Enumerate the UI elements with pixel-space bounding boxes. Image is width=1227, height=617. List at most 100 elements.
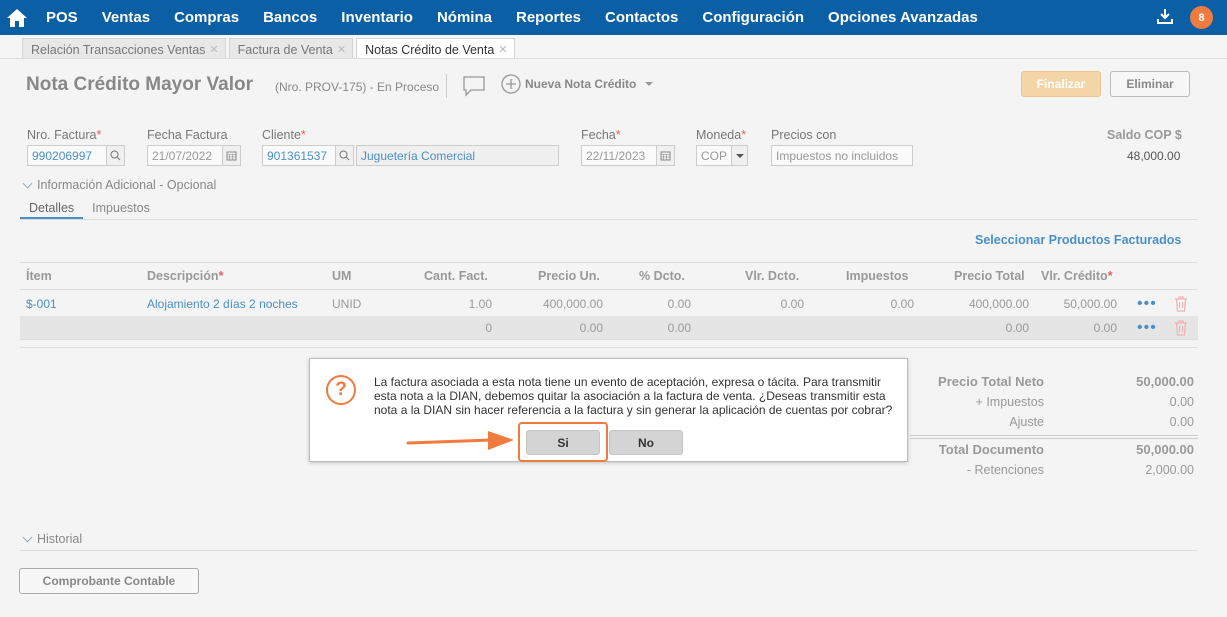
info-adicional-label: Información Adicional - Opcional	[37, 178, 217, 192]
historial-toggle[interactable]: Historial	[22, 532, 82, 546]
trash-icon[interactable]	[1174, 296, 1188, 315]
col-vlr-credito: Vlr. Crédito*	[1041, 269, 1113, 283]
col-dcto-pct: % Dcto.	[639, 269, 685, 283]
col-descripcion: Descripción*	[147, 269, 224, 283]
impuestos-label: + Impuestos	[975, 395, 1044, 409]
nav-compras[interactable]: Compras	[162, 9, 251, 26]
moneda-select[interactable]: COP	[696, 145, 732, 166]
table-row: $-001 Alojamiento 2 días 2 noches UNID 1…	[20, 292, 1198, 316]
home-icon[interactable]	[0, 0, 34, 35]
cell-vlr-credito[interactable]: 50,000.00	[1064, 297, 1117, 311]
table-bottom-divider	[20, 347, 1198, 348]
fecha-factura-field[interactable]: 21/07/2022	[147, 145, 223, 166]
cell-impuestos: 0.00	[890, 297, 914, 311]
close-icon[interactable]: ✕	[337, 43, 346, 56]
page-title: Nota Crédito Mayor Valor	[26, 74, 253, 95]
tab-impuestos[interactable]: Impuestos	[83, 198, 159, 219]
fecha-field[interactable]: 22/11/2023	[581, 145, 657, 166]
tab-label: Notas Crédito de Venta	[365, 42, 495, 57]
col-cant: Cant. Fact.	[424, 269, 488, 283]
retenciones-label: - Retenciones	[966, 463, 1044, 477]
select-products-link[interactable]: Seleccionar Productos Facturados	[975, 233, 1181, 247]
cell-precio-un: 400,000.00	[542, 297, 603, 311]
cell-descripcion[interactable]: Alojamiento 2 días 2 noches	[147, 297, 298, 311]
ajuste-value: 0.00	[1169, 415, 1194, 429]
ajuste-label: Ajuste	[1009, 415, 1044, 429]
cell-cant: 0	[485, 321, 492, 335]
highlight-box	[518, 422, 608, 462]
nav-reportes[interactable]: Reportes	[504, 9, 593, 26]
close-icon[interactable]: ✕	[498, 43, 507, 56]
nav-nomina[interactable]: Nómina	[425, 9, 504, 26]
nav-inventario[interactable]: Inventario	[329, 9, 425, 26]
arrow-icon	[406, 428, 518, 459]
page-subtitle: (Nro. PROV-175) - En Proceso	[275, 80, 440, 94]
cliente-id-field[interactable]: 901361537	[262, 145, 336, 166]
precios-field[interactable]: Impuestos no incluidos	[771, 145, 913, 166]
col-item: Ítem	[26, 269, 52, 283]
total-neto-value: 50,000.00	[1136, 374, 1194, 389]
top-navbar: POS Ventas Compras Bancos Inventario Nóm…	[0, 0, 1227, 35]
close-icon[interactable]: ✕	[209, 43, 218, 56]
nav-pos[interactable]: POS	[34, 9, 90, 26]
caret-down-icon[interactable]	[732, 145, 748, 166]
dialog-message: La factura asociada a esta nota tiene un…	[374, 375, 893, 417]
more-options-icon[interactable]: •••	[1137, 295, 1157, 313]
comment-icon[interactable]	[462, 75, 486, 100]
finalize-button[interactable]: Finalizar	[1021, 71, 1101, 97]
comprobante-contable-button[interactable]: Comprobante Contable	[19, 568, 199, 594]
calendar-icon[interactable]	[223, 145, 241, 166]
cell-vlr-credito: 0.00	[1093, 321, 1117, 335]
cell-dcto-pct: 0.00	[667, 321, 691, 335]
nav-configuracion[interactable]: Configuración	[690, 9, 816, 26]
caret-down-icon	[645, 82, 654, 86]
col-impuestos: Impuestos	[846, 269, 909, 283]
fecha-label: Fecha*	[581, 128, 621, 142]
search-icon[interactable]	[107, 145, 125, 166]
nav-opciones-avanzadas[interactable]: Opciones Avanzadas	[816, 9, 990, 26]
document-tabs: Relación Transacciones Ventas ✕ Factura d…	[22, 38, 515, 58]
more-options-icon[interactable]: •••	[1137, 319, 1157, 337]
tab-label: Factura de Venta	[237, 42, 333, 57]
nav-bancos[interactable]: Bancos	[251, 9, 329, 26]
trash-icon[interactable]	[1174, 320, 1188, 339]
chevron-down-icon	[22, 532, 33, 542]
cell-item[interactable]: $-001	[26, 297, 57, 311]
chevron-down-icon	[22, 178, 33, 188]
delete-button[interactable]: Eliminar	[1110, 71, 1190, 97]
new-credit-note-button[interactable]: Nueva Nota Crédito	[501, 74, 654, 94]
moneda-label: Moneda*	[696, 128, 747, 142]
no-button[interactable]: No	[609, 430, 683, 455]
saldo-label: Saldo COP $	[1107, 128, 1182, 142]
total-neto-label: Precio Total Neto	[938, 374, 1044, 389]
totals-divider	[910, 438, 1198, 439]
tab-factura-venta[interactable]: Factura de Venta ✕	[228, 38, 354, 58]
download-icon[interactable]	[1156, 7, 1174, 28]
search-icon[interactable]	[336, 145, 354, 166]
tab-notas-credito[interactable]: Notas Crédito de Venta ✕	[356, 38, 515, 58]
nav-ventas[interactable]: Ventas	[90, 9, 162, 26]
cell-cant: 1.00	[468, 297, 492, 311]
col-precio-total: Precio Total	[954, 269, 1025, 283]
saldo-value: 48,000.00	[1127, 149, 1181, 163]
nav-contactos[interactable]: Contactos	[593, 9, 690, 26]
nro-factura-field[interactable]: 990206997	[27, 145, 107, 166]
precios-label: Precios con	[771, 128, 837, 142]
cell-vlr-dcto: 0.00	[780, 297, 804, 311]
tab-relacion-transacciones[interactable]: Relación Transacciones Ventas ✕	[22, 38, 226, 58]
info-adicional-toggle[interactable]: Información Adicional - Opcional	[22, 178, 217, 192]
fecha-factura-label: Fecha Factura	[147, 128, 228, 142]
cliente-label: Cliente*	[262, 128, 306, 142]
notification-badge[interactable]: 8	[1190, 6, 1213, 29]
col-vlr-dcto: Vlr. Dcto.	[745, 269, 800, 283]
calendar-icon[interactable]	[657, 145, 675, 166]
totals-divider	[910, 435, 1198, 436]
table-header: Ítem Descripción* UM Cant. Fact. Precio …	[20, 262, 1198, 290]
tab-detalles[interactable]: Detalles	[20, 198, 84, 219]
col-precio-un: Precio Un.	[538, 269, 600, 283]
cell-precio-total: 400,000.00	[968, 297, 1029, 311]
add-circle-icon	[501, 74, 521, 94]
retenciones-value: 2,000.00	[1145, 463, 1194, 477]
total-documento-value: 50,000.00	[1136, 442, 1194, 457]
question-icon: ?	[326, 375, 356, 405]
